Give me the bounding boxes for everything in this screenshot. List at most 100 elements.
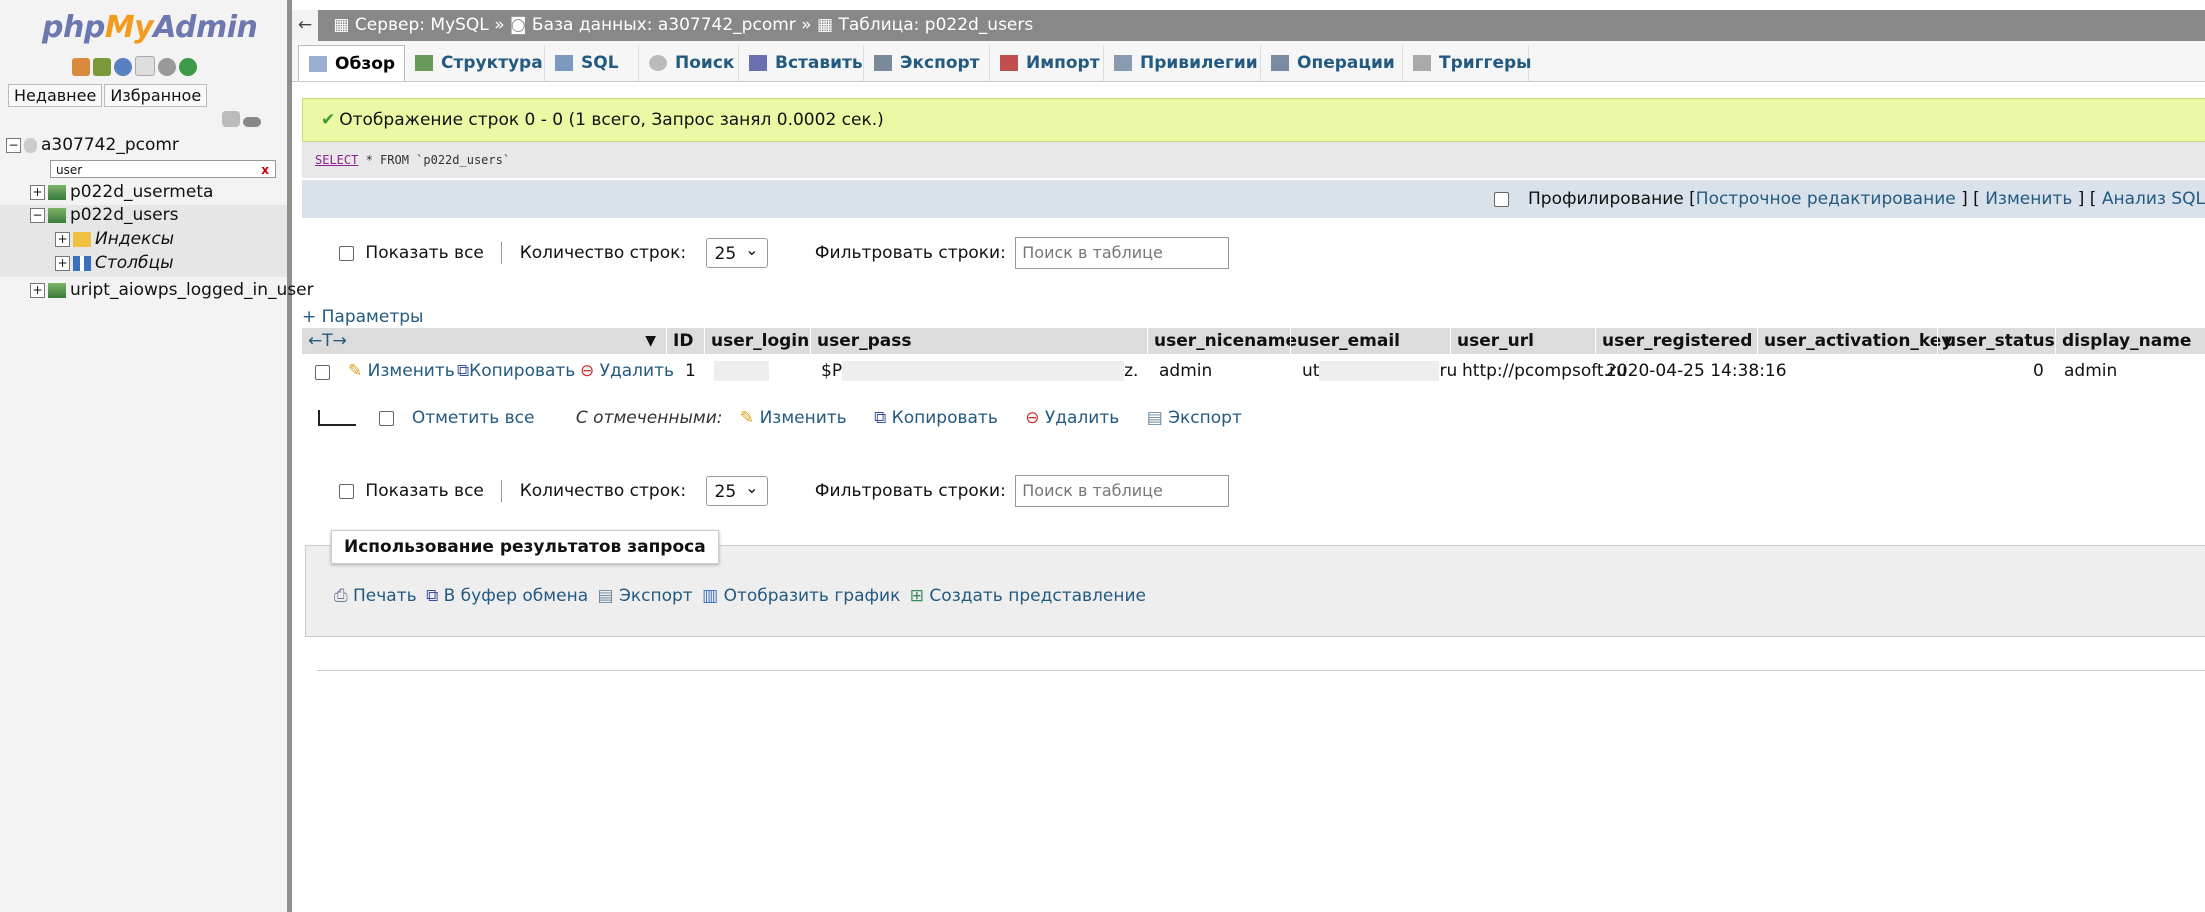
tab-privileges[interactable]: Привилегии (1104, 45, 1261, 81)
link-with-main-icon[interactable] (243, 117, 261, 127)
cell-user-registered[interactable]: 2020-04-25 14:38:16 (1606, 361, 1787, 381)
table-icon (48, 184, 66, 200)
logout-icon[interactable] (93, 58, 111, 76)
column-header-id[interactable]: ID (666, 328, 704, 354)
filter-rows-input[interactable]: Поиск в таблице (1015, 237, 1230, 269)
help-icon[interactable] (114, 58, 132, 76)
bulk-delete-button[interactable]: ⊖ Удалить (1025, 408, 1119, 428)
cell-user-email[interactable]: ut ru (1302, 361, 1457, 381)
tab-browse[interactable]: Обзор (298, 45, 405, 81)
print-link[interactable]: ⎙ Печать (334, 586, 417, 606)
tab-insert[interactable]: Вставить (739, 45, 864, 81)
back-arrow-icon[interactable]: ← (292, 10, 318, 41)
bulk-export-button[interactable]: ▤ Экспорт (1147, 408, 1242, 428)
clipboard-link[interactable]: ⧉ В буфер обмена (426, 586, 588, 606)
expand-icon[interactable]: + (30, 282, 45, 298)
cell-display-name[interactable]: admin (2064, 361, 2117, 381)
tab-triggers[interactable]: Триггеры (1403, 45, 1532, 81)
show-all-checkbox[interactable] (339, 483, 354, 499)
create-view-link[interactable]: ⊞ Создать представление (910, 586, 1146, 606)
collapse-icon[interactable]: − (30, 207, 45, 223)
phpmyadmin-logo[interactable]: phpMyAdmin (42, 10, 258, 45)
results-table-header: ←T→ ▼ ID user_login user_pass user_nicena… (302, 328, 2205, 354)
edit-query-link[interactable]: Изменить (1985, 189, 2072, 209)
sql-keyword[interactable]: SELECT (315, 153, 358, 167)
column-header-user-status[interactable]: user_status (1937, 328, 2055, 354)
rows-select[interactable]: 25 (705, 473, 768, 506)
column-header-user-nicename[interactable]: user_nicename (1147, 328, 1297, 354)
cell-user-pass[interactable]: $P z. (821, 361, 1138, 381)
export-link[interactable]: ▤ Экспорт (598, 586, 693, 606)
row-copy-link[interactable]: ⧉Копировать (457, 361, 575, 381)
reload-icon[interactable] (179, 58, 197, 76)
column-header-user-url[interactable]: user_url (1450, 328, 1595, 354)
column-header-user-email[interactable]: user_email (1290, 328, 1450, 354)
server-icon: ▦ (333, 15, 350, 35)
profiling-label[interactable]: Профилирование (1528, 189, 1684, 209)
breadcrumb-database[interactable]: База данных: a307742_pcomr (532, 15, 796, 35)
rows-select[interactable]: 25 (705, 235, 768, 268)
breadcrumb-table[interactable]: Таблица: p022d_users (838, 15, 1033, 35)
show-all-label[interactable]: Показать все (365, 243, 483, 263)
recent-tab[interactable]: Недавнее (8, 84, 103, 107)
row-delete-link[interactable]: ⊖ Удалить (580, 361, 674, 381)
collapse-link-icons (222, 111, 264, 132)
tree-table-aiowps[interactable]: + uript_aiowps_logged_in_user (30, 280, 314, 300)
display-chart-link[interactable]: ▥ Отобразить график (702, 586, 900, 606)
cell-user-status[interactable]: 0 (2033, 361, 2044, 381)
column-header-user-login[interactable]: user_login (704, 328, 810, 354)
column-header-user-activation-key[interactable]: user_activation_key (1757, 328, 1952, 354)
analyze-sql-link[interactable]: Анализ SQL (2102, 189, 2205, 209)
row-checkbox[interactable] (315, 365, 330, 380)
column-arrows[interactable]: ←T→ ▼ (302, 328, 666, 354)
row-edit-link[interactable]: ✎ Изменить (348, 361, 455, 381)
table-filter-input[interactable]: user x (50, 160, 276, 178)
favorites-tab[interactable]: Избранное (104, 84, 208, 107)
tree-table-users[interactable]: − p022d_users (0, 205, 287, 229)
check-all-label[interactable]: Отметить все (412, 408, 535, 428)
tab-operations[interactable]: Операции (1261, 45, 1403, 81)
copy-icon: ⧉ (457, 361, 470, 381)
collapse-all-icon[interactable] (222, 111, 240, 127)
sort-dropdown-icon[interactable]: ▼ (645, 328, 656, 354)
check-all-checkbox[interactable] (379, 410, 395, 426)
filter-rows-input[interactable]: Поиск в таблице (1015, 475, 1230, 507)
database-name[interactable]: a307742_pcomr (41, 135, 179, 155)
gear-icon[interactable] (158, 58, 176, 76)
tree-db-row[interactable]: − a307742_pcomr (6, 135, 179, 155)
table-icon (48, 282, 66, 298)
collapse-icon[interactable]: − (6, 137, 21, 153)
tab-search[interactable]: Поиск (639, 45, 739, 81)
tab-import[interactable]: Импорт (990, 45, 1104, 81)
tab-export[interactable]: Экспорт (864, 45, 990, 81)
clear-filter-icon[interactable]: x (261, 161, 269, 179)
bulk-edit-button[interactable]: ✎ Изменить (740, 408, 847, 428)
tree-columns[interactable]: + Столбцы (0, 253, 287, 277)
pencil-icon: ✎ (348, 361, 363, 381)
tab-sql[interactable]: SQL (545, 45, 639, 81)
import-icon (1000, 55, 1018, 71)
home-icon[interactable] (72, 58, 90, 76)
breadcrumb-server[interactable]: Сервер: MySQL (355, 15, 489, 35)
show-all-label[interactable]: Показать все (365, 481, 483, 501)
expand-icon[interactable]: + (55, 231, 70, 247)
expand-icon[interactable]: + (55, 255, 70, 271)
profiling-checkbox[interactable] (1493, 191, 1509, 207)
cell-user-url[interactable]: http://pcompsoft.ru (1462, 361, 1627, 381)
column-header-user-registered[interactable]: user_registered (1595, 328, 1757, 354)
tree-table-usermeta[interactable]: + p022d_usermeta (30, 182, 213, 202)
cell-id[interactable]: 1 (685, 361, 696, 381)
cell-user-nicename[interactable]: admin (1159, 361, 1212, 381)
column-header-user-pass[interactable]: user_pass (810, 328, 1147, 354)
cell-user-login-blurred[interactable] (714, 361, 769, 381)
tree-indexes[interactable]: + Индексы (0, 229, 287, 253)
show-all-checkbox[interactable] (339, 245, 354, 261)
docs-icon[interactable] (135, 56, 155, 76)
sql-query-box[interactable]: SELECT * FROM `p022d_users` (302, 142, 2205, 178)
column-header-display-name[interactable]: display_name (2055, 328, 2205, 354)
inline-edit-link[interactable]: Построчное редактирование (1696, 189, 1956, 209)
tab-structure[interactable]: Структура (405, 45, 545, 81)
bulk-copy-button[interactable]: ⧉ Копировать (874, 408, 998, 428)
options-link[interactable]: + Параметры (302, 307, 423, 327)
expand-icon[interactable]: + (30, 184, 45, 200)
